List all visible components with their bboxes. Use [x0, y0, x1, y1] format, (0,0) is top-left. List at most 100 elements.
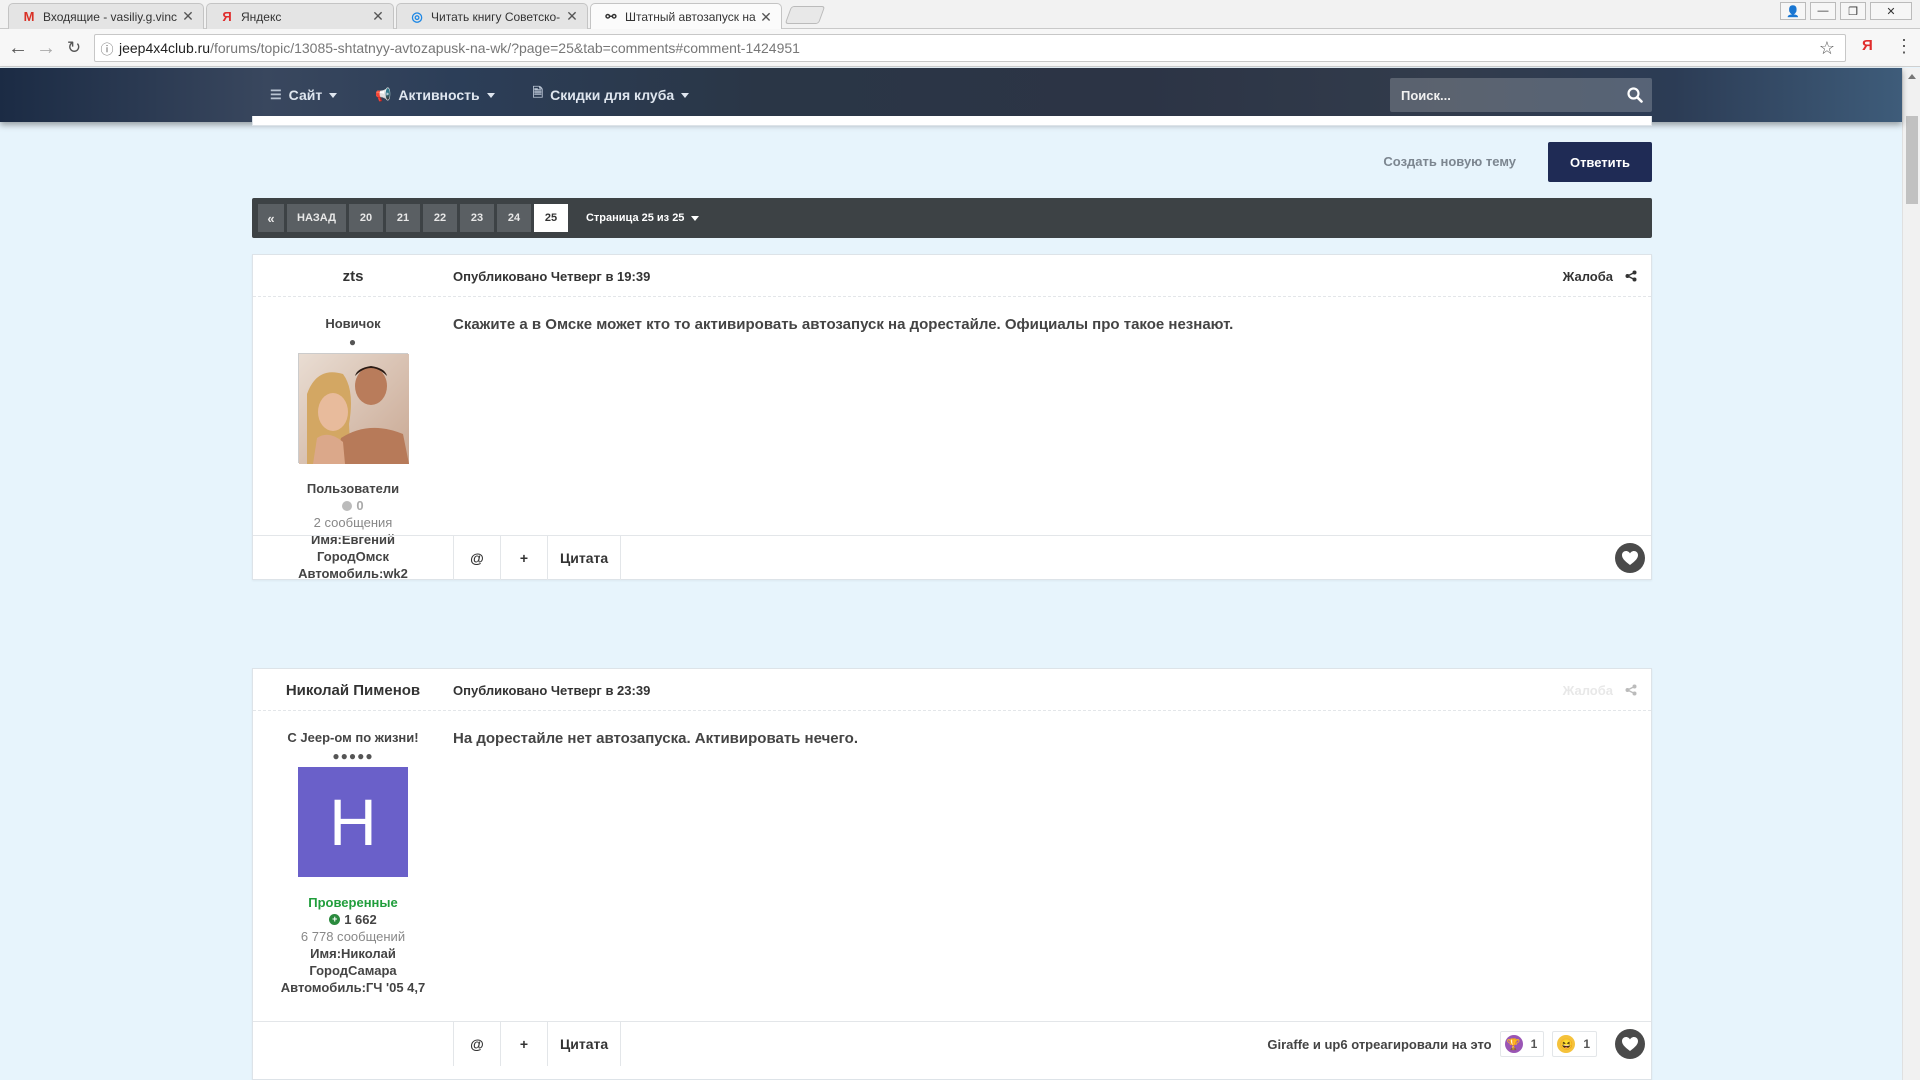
- window-close-button[interactable]: ✕: [1870, 2, 1912, 20]
- nav-label: Скидки для клуба: [550, 87, 675, 103]
- report-link[interactable]: Жалоба: [1563, 255, 1637, 297]
- search-icon[interactable]: [1618, 78, 1652, 112]
- quote-button[interactable]: Цитата: [547, 536, 622, 580]
- reaction-badge[interactable]: 🏆 1: [1499, 1031, 1545, 1057]
- close-icon[interactable]: ✕: [371, 8, 385, 25]
- gmail-icon: M: [23, 9, 35, 24]
- scrollbar-thumb[interactable]: [1906, 116, 1918, 204]
- pagination-current-page[interactable]: 25: [533, 204, 568, 232]
- mention-button[interactable]: @: [453, 536, 500, 580]
- caret-down-icon: [681, 92, 690, 98]
- post-body: Скажите а в Омске может кто то активиров…: [453, 316, 1234, 333]
- menu-lines-icon: ☰: [270, 87, 282, 102]
- restore-button[interactable]: ❐: [1840, 2, 1866, 20]
- reputation: + 1 662: [329, 912, 377, 927]
- member-group: Пользователи: [306, 481, 400, 496]
- post-header: Николай Пименов Опубликовано Четверг в 2…: [253, 669, 1651, 711]
- reputation-value: 1 662: [344, 912, 377, 927]
- tab-title: Входящие - vasiliy.g.vinc: [43, 9, 178, 24]
- pagination-prev[interactable]: НАЗАД: [287, 204, 346, 232]
- reactions-text[interactable]: Giraffe и up6 отреагировали на это: [1267, 1037, 1491, 1052]
- avatar[interactable]: [298, 353, 409, 464]
- site-search: [1390, 78, 1652, 112]
- browser-tab-book[interactable]: ◎ Читать книгу Советско- ✕: [396, 3, 588, 29]
- author-name[interactable]: Николай Пименов: [253, 669, 453, 711]
- new-topic-link[interactable]: Создать новую тему: [1383, 154, 1516, 169]
- multiquote-button[interactable]: +: [500, 1022, 547, 1066]
- post-date: Опубликовано Четверг в 19:39: [453, 268, 651, 284]
- quote-button[interactable]: Цитата: [547, 1022, 622, 1066]
- jeep-icon: ⚯: [605, 9, 617, 24]
- bookmark-star-icon[interactable]: ☆: [1819, 38, 1835, 59]
- tab-title: Читать книгу Советско-: [431, 9, 561, 24]
- pagination-page[interactable]: 21: [385, 204, 420, 232]
- share-icon[interactable]: [1625, 684, 1637, 696]
- new-tab-button[interactable]: [784, 6, 826, 24]
- nav-item-site[interactable]: ☰ Сайт: [270, 87, 338, 103]
- like-heart-icon[interactable]: [1615, 1029, 1645, 1059]
- info-icon: ⓘ: [100, 41, 114, 57]
- user-icon[interactable]: 👤: [1780, 2, 1806, 20]
- post-actions: @ + Цитата: [453, 1022, 622, 1066]
- topic-actions: Создать новую тему Ответить: [252, 142, 1652, 182]
- window-controls: 👤 — ❐ ✕: [1772, 0, 1920, 22]
- yandex-icon: Я: [222, 9, 232, 24]
- close-icon[interactable]: ✕: [565, 8, 579, 25]
- avatar[interactable]: Н: [298, 767, 408, 877]
- forward-arrow-icon[interactable]: →: [34, 36, 58, 60]
- member-group: Проверенные: [308, 895, 398, 910]
- nav-label: Сайт: [288, 87, 323, 103]
- author-name[interactable]: zts: [253, 255, 453, 297]
- url-field[interactable]: ⓘ jeep4x4club.ru/forums/topic/13085-shta…: [94, 34, 1846, 62]
- posts-count[interactable]: 2 сообщения: [314, 515, 393, 530]
- minimize-button[interactable]: —: [1810, 2, 1836, 20]
- search-input[interactable]: [1390, 87, 1618, 103]
- yandex-extension-icon[interactable]: Я: [1862, 37, 1873, 54]
- browser-tab-bar: M Входящие - vasiliy.g.vinc ✕ Я Яндекс ✕…: [0, 0, 1920, 30]
- reload-icon[interactable]: ↻: [62, 36, 86, 60]
- reaction-count: 1: [1583, 1037, 1590, 1051]
- multiquote-button[interactable]: +: [500, 536, 547, 580]
- trophy-icon: 🏆: [1504, 1035, 1523, 1053]
- post-body: На дорестайле нет автозапуска. Активиров…: [453, 730, 859, 747]
- pagination-page[interactable]: 24: [496, 204, 531, 232]
- close-icon[interactable]: ✕: [181, 8, 195, 25]
- reaction-badge[interactable]: 😆 1: [1552, 1031, 1597, 1057]
- close-icon[interactable]: ✕: [759, 9, 773, 26]
- nav-item-discounts[interactable]: 🗎 Скидки для клуба: [533, 84, 690, 106]
- page-jump-dropdown[interactable]: Страница 25 из 25: [586, 212, 700, 224]
- forum-post: zts Опубликовано Четверг в 19:39 Жалоба …: [252, 254, 1652, 581]
- browser-tab-yandex[interactable]: Я Яндекс ✕: [206, 3, 394, 29]
- site-header: ☰ Сайт 📢 Активность 🗎 Скидки для клуба: [0, 68, 1902, 122]
- scroll-up-arrow[interactable]: [1908, 74, 1916, 79]
- reputation-value: 0: [356, 498, 364, 513]
- reputation-neutral-icon: [342, 500, 353, 511]
- pagination: « НАЗАД 20 21 22 23 24 25 Страница 25 из…: [252, 198, 1652, 238]
- post-date: Опубликовано Четверг в 23:39: [453, 682, 651, 698]
- reputation-positive-icon: +: [329, 914, 341, 925]
- pagination-page[interactable]: 23: [459, 204, 494, 232]
- pagination-page[interactable]: 20: [348, 204, 383, 232]
- report-link[interactable]: Жалоба: [1563, 669, 1637, 711]
- author-info: С Jeep-ом по жизни! ●●●●● Н Проверенные …: [253, 711, 453, 995]
- mention-button[interactable]: @: [453, 1022, 500, 1066]
- profile-field: Имя:Николай: [310, 946, 396, 961]
- back-arrow-icon[interactable]: ←: [6, 36, 30, 60]
- share-icon[interactable]: [1625, 270, 1637, 282]
- nav-item-activity[interactable]: 📢 Активность: [375, 87, 495, 103]
- rank-title: С Jeep-ом по жизни!: [287, 730, 419, 745]
- url-host: jeep4x4club.ru: [119, 40, 211, 56]
- browser-tab-forum[interactable]: ⚯ Штатный автозапуск на ✕: [590, 3, 782, 30]
- report-label: Жалоба: [1562, 682, 1613, 698]
- posts-count[interactable]: 6 778 сообщений: [301, 929, 405, 944]
- reputation: 0: [342, 498, 364, 513]
- page-scrollbar[interactable]: [1902, 68, 1920, 1080]
- pagination-first[interactable]: «: [258, 204, 284, 232]
- laugh-icon: 😆: [1557, 1035, 1576, 1053]
- pagination-page[interactable]: 22: [422, 204, 457, 232]
- browser-tab-gmail[interactable]: M Входящие - vasiliy.g.vinc ✕: [8, 3, 204, 29]
- rank-pips: ●●●●●: [332, 749, 374, 763]
- like-heart-icon[interactable]: [1615, 543, 1645, 573]
- reply-button[interactable]: Ответить: [1548, 142, 1652, 182]
- browser-menu-icon[interactable]: ⋮: [1895, 36, 1913, 57]
